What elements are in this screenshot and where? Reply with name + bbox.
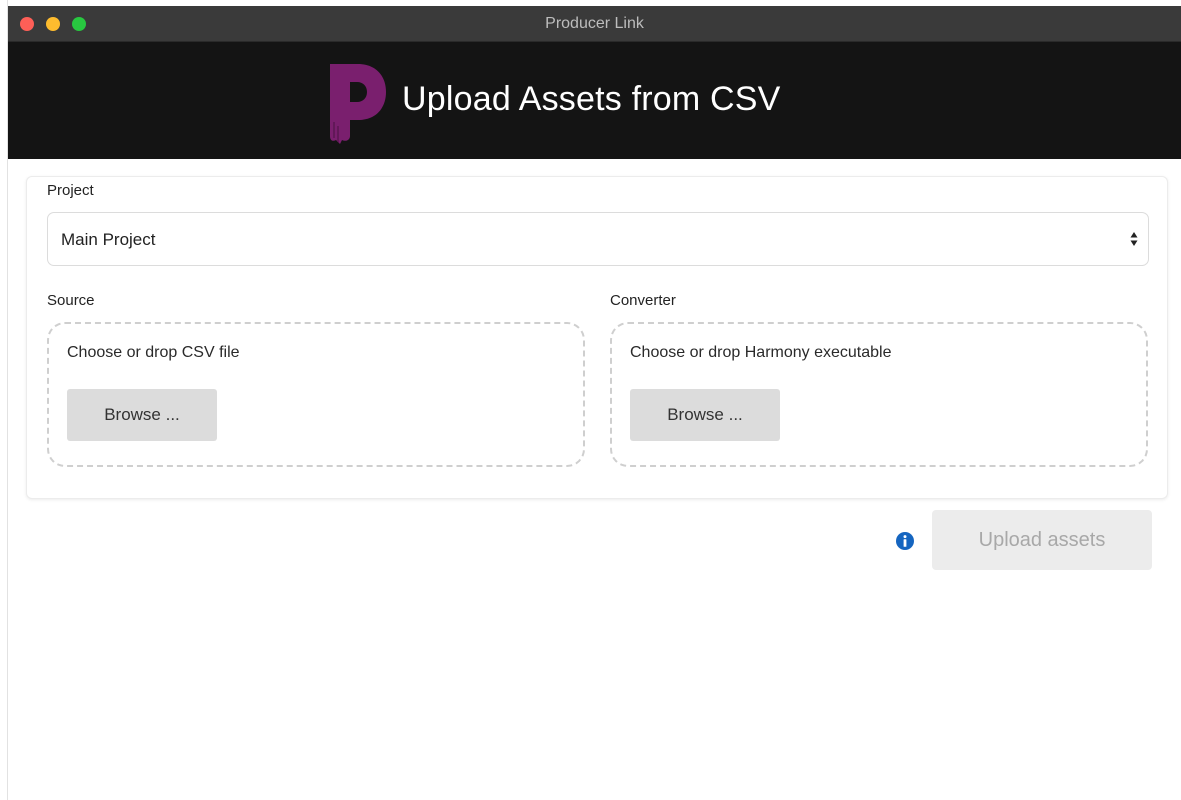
- window-title: Producer Link: [545, 15, 644, 32]
- page-title: Upload Assets from CSV: [402, 80, 781, 118]
- upload-assets-button[interactable]: Upload assets: [932, 510, 1152, 570]
- project-label: Project: [47, 182, 94, 199]
- converter-dropzone[interactable]: Choose or drop Harmony executable Browse…: [610, 322, 1148, 467]
- window-edge: [0, 0, 8, 800]
- source-dropzone[interactable]: Choose or drop CSV file Browse ...: [47, 322, 585, 467]
- source-browse-button[interactable]: Browse ...: [67, 389, 217, 441]
- info-icon[interactable]: [895, 531, 915, 551]
- producer-link-logo-icon: [330, 64, 386, 144]
- select-arrows-icon: [1130, 232, 1138, 246]
- converter-label: Converter: [610, 292, 676, 309]
- project-select[interactable]: Main Project: [47, 212, 1149, 266]
- project-select-value: Main Project: [61, 230, 156, 249]
- app-window: Producer Link Upload Assets from CSV Pro…: [0, 0, 1181, 800]
- upload-form-card: Project Main Project Source Choose or dr…: [26, 176, 1168, 499]
- source-label: Source: [47, 292, 95, 309]
- app-header: Upload Assets from CSV: [8, 42, 1181, 159]
- source-drop-text: Choose or drop CSV file: [67, 344, 240, 361]
- converter-browse-button[interactable]: Browse ...: [630, 389, 780, 441]
- title-bar[interactable]: Producer Link: [8, 6, 1181, 42]
- converter-drop-text: Choose or drop Harmony executable: [630, 344, 892, 361]
